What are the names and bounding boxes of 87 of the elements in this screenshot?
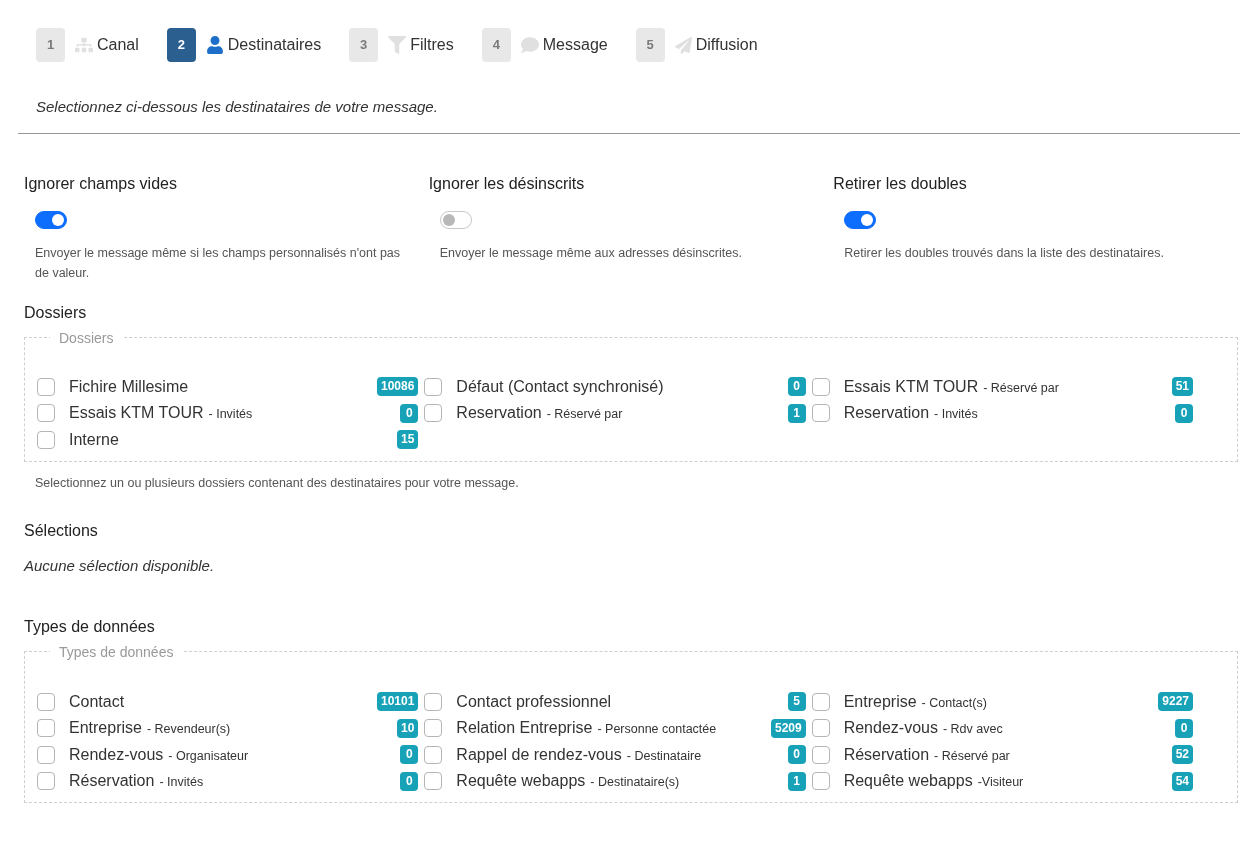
count-badge: 0 <box>787 745 806 764</box>
checkbox[interactable] <box>424 404 443 423</box>
item-label: Contact <box>69 691 125 712</box>
checkbox[interactable] <box>811 745 830 764</box>
item-label: Requête webapps -Visiteur <box>843 771 1024 791</box>
checkbox[interactable] <box>811 692 830 711</box>
step-label[interactable]: Filtres <box>410 33 454 57</box>
empty-message: Aucune sélection disponible. <box>24 555 216 576</box>
count-badge: 0 <box>1175 403 1193 423</box>
checkbox[interactable] <box>811 404 830 423</box>
checkbox[interactable] <box>811 377 830 396</box>
item-label: Fichire Millesime <box>69 376 189 397</box>
count-badge: 54 <box>1171 771 1193 791</box>
step-number[interactable]: 5 <box>635 28 665 62</box>
count-badge: 5209 <box>770 718 806 738</box>
count-badge: 0 <box>400 745 419 764</box>
option-help: Envoyer le message même si les champs personnalisés n'ont pas de valeur. <box>34 244 402 282</box>
count-badge: 1 <box>787 771 806 791</box>
step-number[interactable]: 2 <box>166 28 196 62</box>
item-label: Réservation - Réservé par <box>843 744 1010 765</box>
option-help: Retirer les doubles trouvés dans la liste des destinataires. <box>843 244 1165 262</box>
count-badge: 0 <box>400 771 419 791</box>
step-number[interactable]: 3 <box>349 28 379 62</box>
step-number[interactable]: 4 <box>481 28 511 62</box>
count-badge: 51 <box>1171 377 1193 397</box>
checkbox[interactable] <box>811 719 830 737</box>
checkbox[interactable] <box>424 772 443 790</box>
option-title: Ignorer champs vides <box>24 173 178 194</box>
item-label: Défaut (Contact synchronisé) <box>456 376 664 397</box>
checkbox[interactable] <box>37 745 55 764</box>
count-badge: 52 <box>1171 745 1193 764</box>
item-label: Interne <box>69 429 119 450</box>
checkbox[interactable] <box>424 745 443 764</box>
checkbox[interactable] <box>37 430 55 449</box>
step-label[interactable]: Canal <box>97 33 139 57</box>
item-label: Rendez-vous - Organisateur <box>69 744 249 765</box>
step-number[interactable]: 1 <box>36 28 65 62</box>
item-label: Relation Entreprise - Personne contactée <box>456 718 717 738</box>
checkbox[interactable] <box>424 692 443 711</box>
option-title: Ignorer les désinscrits <box>428 173 586 194</box>
checkbox[interactable] <box>37 377 55 396</box>
checkbox[interactable] <box>37 772 55 790</box>
option-help: Envoyer le message même aux adresses désinscrites. <box>438 244 743 262</box>
count-badge: 5 <box>787 692 806 711</box>
item-label: Essais KTM TOUR - Invités <box>69 403 253 424</box>
item-label: Entreprise - Contact(s) <box>843 691 987 712</box>
help-text: Selectionnez un ou plusieurs dossiers contenant des destinataires pour votre message. <box>34 475 520 492</box>
count-badge: 10086 <box>376 377 419 397</box>
checkbox[interactable] <box>37 692 55 711</box>
item-label: Entreprise - Revendeur(s) <box>69 718 231 738</box>
network-icon <box>75 36 93 54</box>
checkbox[interactable] <box>37 719 55 737</box>
count-badge: 10 <box>396 718 419 738</box>
count-badge: 10101 <box>376 692 419 711</box>
toggle-switch[interactable] <box>439 210 472 229</box>
toggle-switch[interactable] <box>844 210 877 229</box>
intro-text: Selectionnez ci-dessous les destinataires de votre message. <box>35 97 439 117</box>
user-icon <box>205 36 224 54</box>
checkbox[interactable] <box>37 404 55 423</box>
section-heading: Sélections <box>24 520 99 541</box>
speech-bubble-icon <box>520 36 539 54</box>
item-label: Réservation - Invités <box>69 771 204 791</box>
count-badge: 0 <box>787 377 806 397</box>
item-label: Essais KTM TOUR - Réservé par <box>843 376 1059 397</box>
paper-plane-icon <box>674 36 692 54</box>
count-badge: 9227 <box>1158 692 1193 711</box>
item-label: Rappel de rendez-vous - Destinataire <box>456 744 702 765</box>
checkbox[interactable] <box>811 772 830 790</box>
count-badge: 15 <box>396 430 419 450</box>
toggle-switch[interactable] <box>35 210 67 229</box>
item-label: Requête webapps - Destinataire(s) <box>456 771 680 791</box>
step-label[interactable]: Destinataires <box>227 33 322 57</box>
count-badge: 1 <box>787 403 806 423</box>
count-badge: 0 <box>1175 718 1193 738</box>
step-label[interactable]: Message <box>542 33 608 57</box>
item-label: Rendez-vous - Rdv avec <box>843 718 1003 738</box>
filter-icon <box>388 36 407 54</box>
count-badge: 0 <box>400 403 419 423</box>
option-title: Retirer les doubles <box>833 173 968 194</box>
step-label[interactable]: Diffusion <box>695 33 758 57</box>
section-heading: Dossiers <box>24 302 88 323</box>
checkbox[interactable] <box>424 719 443 737</box>
item-label: Contact professionnel <box>456 691 612 712</box>
checkbox[interactable] <box>424 377 443 396</box>
section-heading: Types de données <box>24 617 156 638</box>
item-label: Reservation - Réservé par <box>456 403 623 424</box>
item-label: Reservation - Invités <box>843 403 978 424</box>
